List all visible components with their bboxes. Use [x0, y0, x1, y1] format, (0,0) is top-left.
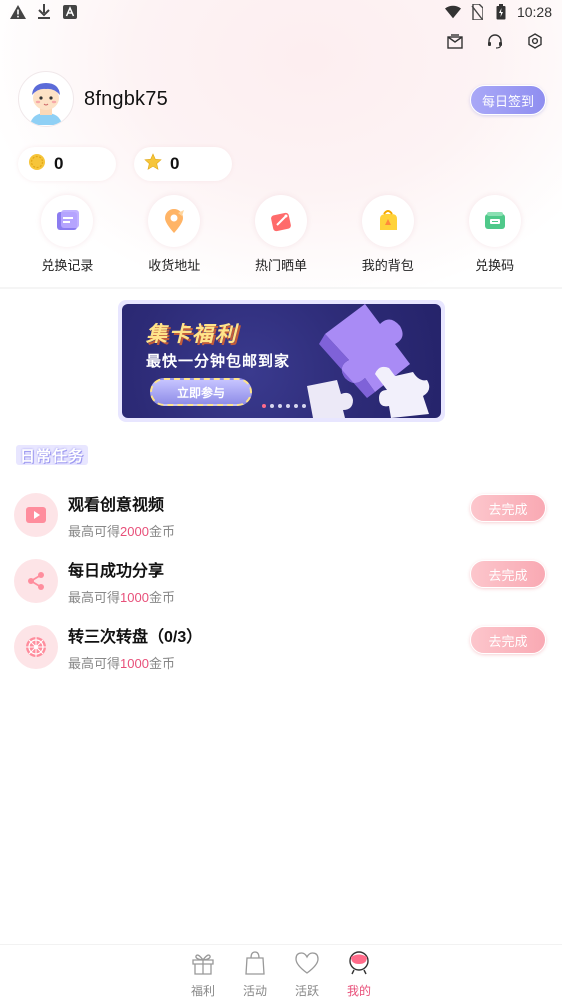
task-reward-amount: 2000: [120, 523, 149, 539]
app-a-icon: [62, 4, 78, 20]
bottom-tab-bar: 福利 活动 活跃 我的: [0, 944, 562, 1000]
tab-label: 我的: [346, 984, 371, 998]
share-icon: [14, 559, 58, 603]
coin-count: 0: [54, 154, 64, 173]
tab-label: 福利: [190, 984, 215, 998]
backpack-icon: [361, 195, 414, 247]
headset-icon[interactable]: [486, 32, 504, 50]
task-reward: 最高可得2000金币: [68, 521, 175, 540]
puzzle-icon: [295, 304, 435, 418]
task-text: 转三次转盘（0/3） 最高可得1000金币: [68, 623, 202, 672]
exchange-record-icon: [41, 195, 94, 247]
banner-cta-button[interactable]: 立即参与: [150, 378, 252, 406]
quick-action-label: 收货地址: [148, 258, 201, 273]
task-reward-suffix: 金币: [148, 523, 175, 539]
coin-icon: [28, 153, 46, 176]
task-reward-prefix: 最高可得: [68, 589, 121, 605]
carousel-dot[interactable]: [262, 404, 266, 408]
daily-checkin-button[interactable]: 每日签到: [470, 85, 546, 115]
quick-action-address[interactable]: 收货地址: [121, 195, 228, 274]
task-text: 观看创意视频 最高可得2000金币: [68, 491, 175, 540]
quick-action-label: 热门晒单: [254, 258, 307, 273]
banner-content: 集卡福利 最快一分钟包邮到家 立即参与: [122, 304, 441, 418]
hot-share-icon: [254, 195, 307, 247]
task-spin-wheel: 转三次转盘（0/3） 最高可得1000金币 去完成: [14, 614, 548, 680]
header-actions: [446, 32, 544, 50]
carousel-dot[interactable]: [278, 404, 282, 408]
promo-banner[interactable]: 集卡福利 最快一分钟包邮到家 立即参与: [118, 300, 445, 422]
quick-actions: 兑换记录 收货地址 热门晒单 我的背包 兑换码: [14, 195, 548, 274]
quick-action-exchange-record[interactable]: 兑换记录: [14, 195, 121, 274]
video-icon: [14, 493, 58, 537]
task-reward-suffix: 金币: [148, 589, 175, 605]
task-reward-suffix: 金币: [148, 655, 175, 671]
quick-action-label: 兑换码: [475, 258, 515, 273]
mail-icon[interactable]: [446, 32, 464, 50]
wheel-icon: [14, 625, 58, 669]
profile-icon: [346, 951, 372, 980]
tab-active[interactable]: 活跃: [288, 945, 326, 1000]
task-reward: 最高可得1000金币: [68, 587, 175, 606]
heart-icon: [294, 951, 320, 980]
task-title: 观看创意视频: [68, 496, 165, 514]
star-stat[interactable]: 0: [134, 147, 232, 181]
task-complete-button[interactable]: 去完成: [470, 494, 546, 522]
tab-label: 活动: [242, 984, 267, 998]
username: 8fngbk75: [84, 87, 168, 110]
redeem-code-icon: [468, 195, 521, 247]
banner-title: 集卡福利: [146, 323, 238, 346]
quick-action-backpack[interactable]: 我的背包: [334, 195, 441, 274]
carousel-indicator: [262, 404, 306, 408]
avatar[interactable]: [18, 71, 74, 127]
status-time: 10:28: [516, 4, 552, 20]
battery-icon: [493, 4, 509, 20]
no-sim-icon: [469, 4, 485, 20]
quick-action-redeem-code[interactable]: 兑换码: [441, 195, 548, 274]
section-divider: [0, 287, 562, 289]
tab-label: 活跃: [294, 984, 319, 998]
task-reward: 最高可得1000金币: [68, 653, 202, 672]
star-count: 0: [170, 154, 180, 173]
coin-stat[interactable]: 0: [18, 147, 116, 181]
daily-tasks-title: 日常任务: [16, 445, 89, 465]
wifi-icon: [444, 4, 461, 20]
status-bar: 10:28: [0, 0, 562, 24]
task-complete-button[interactable]: 去完成: [470, 560, 546, 588]
user-stats: 0 0: [18, 147, 232, 181]
carousel-dot[interactable]: [286, 404, 290, 408]
settings-icon[interactable]: [526, 32, 544, 50]
carousel-dot[interactable]: [294, 404, 298, 408]
task-reward-prefix: 最高可得: [68, 523, 121, 539]
quick-action-label: 兑换记录: [41, 258, 94, 273]
address-icon: [148, 195, 201, 247]
tab-welfare[interactable]: 福利: [184, 945, 222, 1000]
download-icon: [36, 4, 52, 20]
star-icon: [144, 152, 162, 176]
task-daily-share: 每日成功分享 最高可得1000金币 去完成: [14, 548, 548, 614]
task-title: 转三次转盘（0/3）: [68, 628, 203, 646]
user-profile: 8fngbk75: [18, 71, 168, 127]
task-reward-prefix: 最高可得: [68, 655, 121, 671]
daily-task-list: 观看创意视频 最高可得2000金币 去完成 每日成功分享 最高可得1000金币 …: [14, 482, 548, 680]
task-text: 每日成功分享 最高可得1000金币: [68, 557, 175, 606]
warning-icon: [10, 4, 26, 20]
tab-mine[interactable]: 我的: [340, 945, 378, 1000]
carousel-dot[interactable]: [270, 404, 274, 408]
task-title: 每日成功分享: [68, 562, 165, 580]
task-reward-amount: 1000: [120, 589, 149, 605]
task-watch-video: 观看创意视频 最高可得2000金币 去完成: [14, 482, 548, 548]
quick-action-label: 我的背包: [361, 258, 414, 273]
tab-activity[interactable]: 活动: [236, 945, 274, 1000]
banner-subtitle: 最快一分钟包邮到家: [146, 353, 291, 370]
gift-icon: [190, 951, 216, 980]
bag-icon: [242, 951, 268, 980]
quick-action-hot-share[interactable]: 热门晒单: [228, 195, 335, 274]
task-reward-amount: 1000: [120, 655, 149, 671]
task-complete-button[interactable]: 去完成: [470, 626, 546, 654]
carousel-dot[interactable]: [302, 404, 306, 408]
